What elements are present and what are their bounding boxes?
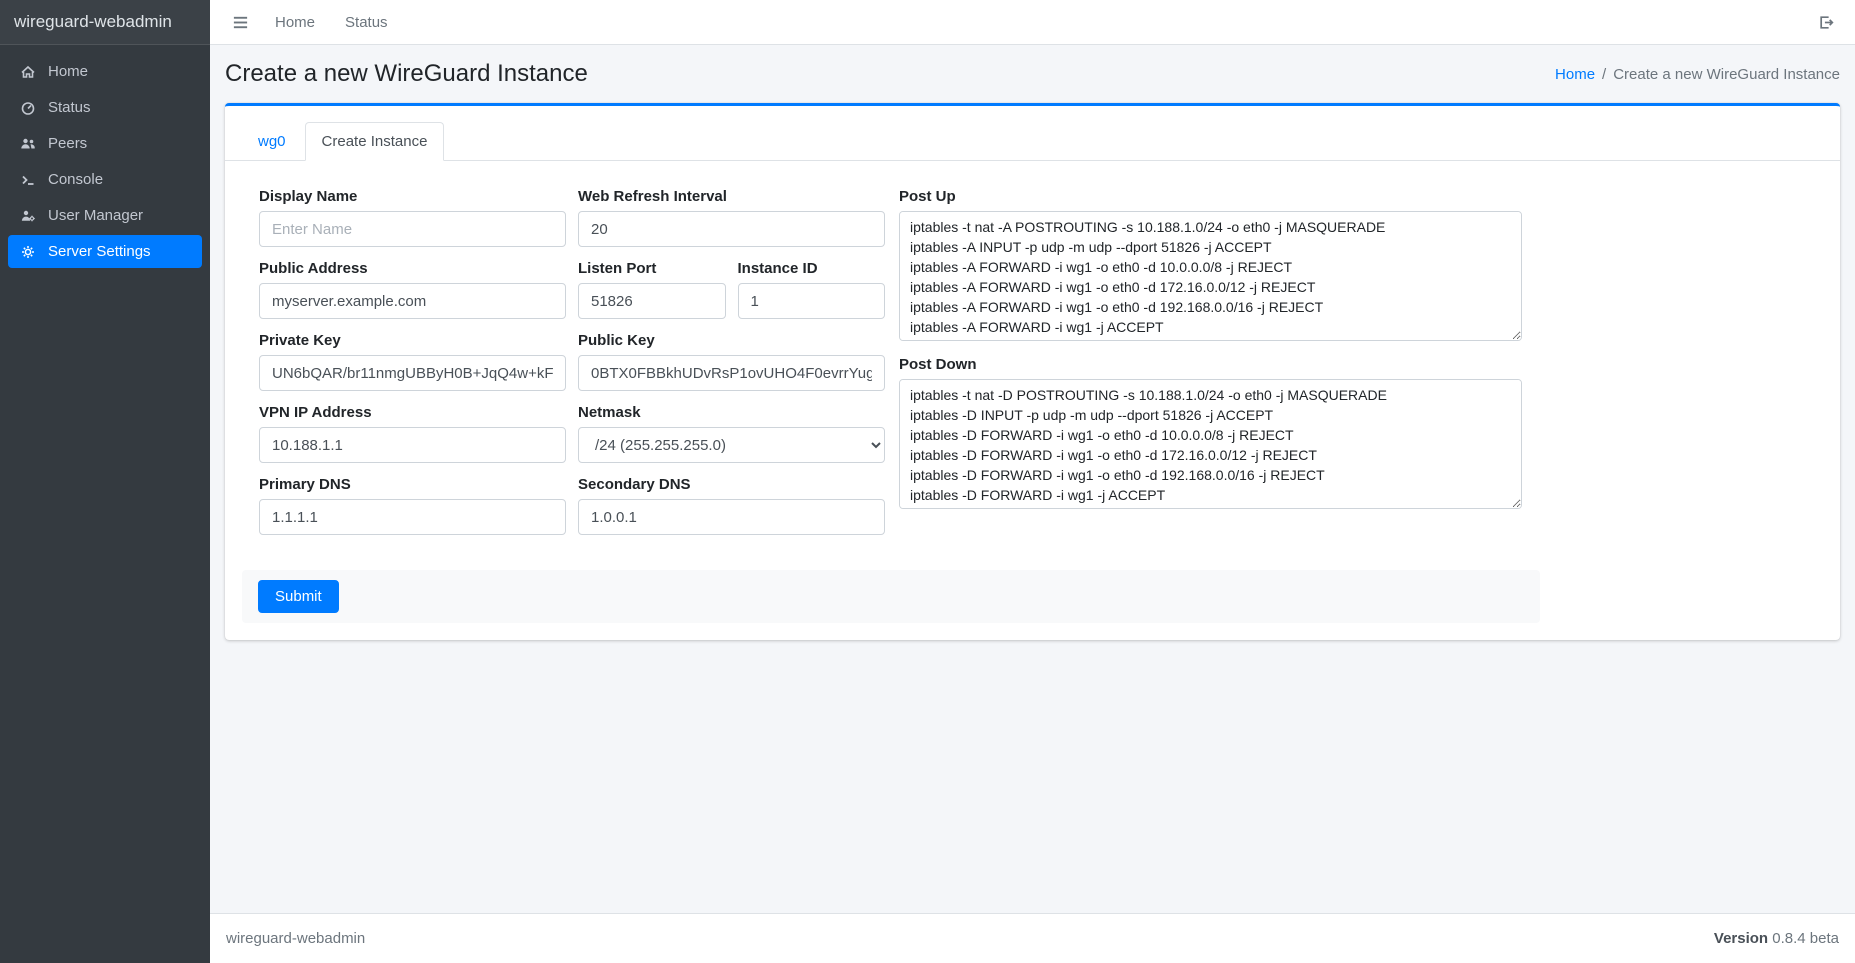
- page-footer: wireguard-webadmin Version 0.8.4 beta: [210, 913, 1855, 963]
- sidebar-toggle-button[interactable]: [224, 10, 257, 35]
- private-key-label: Private Key: [259, 332, 566, 349]
- web-refresh-interval-input[interactable]: [578, 211, 885, 247]
- post-up-textarea[interactable]: iptables -t nat -A POSTROUTING -s 10.188…: [899, 211, 1522, 341]
- sidebar-item-label: Home: [48, 63, 88, 80]
- vpn-ip-label: VPN IP Address: [259, 404, 566, 421]
- home-icon: [18, 64, 38, 80]
- instance-id-label: Instance ID: [738, 260, 886, 277]
- main-area: Home Status Create a new WireGuard Insta…: [210, 0, 1855, 963]
- secondary-dns-input[interactable]: [578, 499, 885, 535]
- sidebar-item-label: User Manager: [48, 207, 143, 224]
- top-navbar: Home Status: [210, 0, 1855, 45]
- sidebar-item-server-settings[interactable]: Server Settings: [8, 235, 202, 268]
- listen-port-input[interactable]: [578, 283, 726, 319]
- vpn-ip-input[interactable]: [259, 427, 566, 463]
- hamburger-icon: [232, 14, 249, 31]
- sidebar-item-label: Server Settings: [48, 243, 151, 260]
- breadcrumb-separator: /: [1602, 66, 1606, 83]
- sidebar-nav: Home Status Peers Console: [0, 45, 210, 278]
- field-post-up: Post Up iptables -t nat -A POSTROUTING -…: [899, 188, 1522, 346]
- netmask-select[interactable]: /24 (255.255.255.0): [578, 427, 885, 463]
- secondary-dns-label: Secondary DNS: [578, 476, 885, 493]
- field-private-key: Private Key: [259, 332, 566, 391]
- display-name-input[interactable]: [259, 211, 566, 247]
- field-primary-dns: Primary DNS: [259, 476, 566, 535]
- form-footer: Submit: [242, 570, 1540, 623]
- public-address-input[interactable]: [259, 283, 566, 319]
- submit-button[interactable]: Submit: [258, 580, 339, 613]
- field-listen-port: Listen Port: [578, 260, 726, 319]
- tachometer-icon: [18, 100, 38, 116]
- field-netmask: Netmask /24 (255.255.255.0): [578, 404, 885, 463]
- private-key-input[interactable]: [259, 355, 566, 391]
- field-secondary-dns: Secondary DNS: [578, 476, 885, 535]
- sidebar-item-label: Status: [48, 99, 91, 116]
- instance-id-input[interactable]: [738, 283, 886, 319]
- breadcrumb-current: Create a new WireGuard Instance: [1613, 66, 1840, 83]
- field-public-address: Public Address: [259, 260, 566, 319]
- footer-version-value: 0.8.4 beta: [1772, 930, 1839, 947]
- sidebar: wireguard-webadmin Home Status Peers: [0, 0, 210, 963]
- post-down-textarea[interactable]: iptables -t nat -D POSTROUTING -s 10.188…: [899, 379, 1522, 509]
- gears-icon: [18, 244, 38, 260]
- content-header: Create a new WireGuard Instance Home / C…: [210, 45, 1855, 99]
- create-instance-form: Display Name Web Refresh Interval Public…: [242, 178, 1540, 623]
- sidebar-item-status[interactable]: Status: [8, 91, 202, 124]
- post-up-label: Post Up: [899, 188, 1522, 205]
- web-refresh-interval-label: Web Refresh Interval: [578, 188, 885, 205]
- sign-out-icon: [1818, 14, 1835, 31]
- field-display-name: Display Name: [259, 188, 566, 247]
- public-address-label: Public Address: [259, 260, 566, 277]
- public-key-label: Public Key: [578, 332, 885, 349]
- terminal-icon: [18, 172, 38, 188]
- sidebar-item-home[interactable]: Home: [8, 55, 202, 88]
- logout-button[interactable]: [1812, 10, 1841, 35]
- public-key-input[interactable]: [578, 355, 885, 391]
- netmask-label: Netmask: [578, 404, 885, 421]
- user-gear-icon: [18, 208, 38, 224]
- listen-port-label: Listen Port: [578, 260, 726, 277]
- sidebar-item-peers[interactable]: Peers: [8, 127, 202, 160]
- field-public-key: Public Key: [578, 332, 885, 391]
- field-instance-id: Instance ID: [738, 260, 886, 319]
- tab-wg0[interactable]: wg0: [241, 122, 303, 161]
- field-vpn-ip: VPN IP Address: [259, 404, 566, 463]
- users-icon: [18, 136, 38, 152]
- sidebar-item-user-manager[interactable]: User Manager: [8, 199, 202, 232]
- display-name-label: Display Name: [259, 188, 566, 205]
- page-title: Create a new WireGuard Instance: [225, 60, 588, 88]
- footer-brand: wireguard-webadmin: [226, 930, 365, 947]
- form-left-columns: Display Name Web Refresh Interval Public…: [259, 188, 885, 548]
- sidebar-item-label: Peers: [48, 135, 87, 152]
- field-post-down: Post Down iptables -t nat -D POSTROUTING…: [899, 356, 1522, 514]
- breadcrumb: Home / Create a new WireGuard Instance: [1555, 66, 1840, 83]
- form-right-column: Post Up iptables -t nat -A POSTROUTING -…: [899, 188, 1522, 548]
- footer-version-label: Version: [1714, 930, 1768, 947]
- navbar-link-home[interactable]: Home: [263, 14, 327, 31]
- tab-content: Display Name Web Refresh Interval Public…: [225, 161, 1840, 640]
- navbar-link-status[interactable]: Status: [333, 14, 400, 31]
- tab-create-instance[interactable]: Create Instance: [305, 122, 445, 161]
- sidebar-item-console[interactable]: Console: [8, 163, 202, 196]
- breadcrumb-home-link[interactable]: Home: [1555, 66, 1595, 83]
- app-window: wireguard-webadmin Home Status Peers: [0, 0, 1855, 963]
- footer-version: Version 0.8.4 beta: [1714, 930, 1839, 947]
- port-and-instance-row: Listen Port Instance ID: [578, 260, 885, 332]
- field-web-refresh-interval: Web Refresh Interval: [578, 188, 885, 247]
- brand-title[interactable]: wireguard-webadmin: [0, 0, 210, 45]
- tab-bar: wg0 Create Instance: [225, 106, 1840, 161]
- primary-dns-label: Primary DNS: [259, 476, 566, 493]
- instance-card: wg0 Create Instance Display Name Web Ref…: [225, 103, 1840, 640]
- post-down-label: Post Down: [899, 356, 1522, 373]
- sidebar-item-label: Console: [48, 171, 103, 188]
- primary-dns-input[interactable]: [259, 499, 566, 535]
